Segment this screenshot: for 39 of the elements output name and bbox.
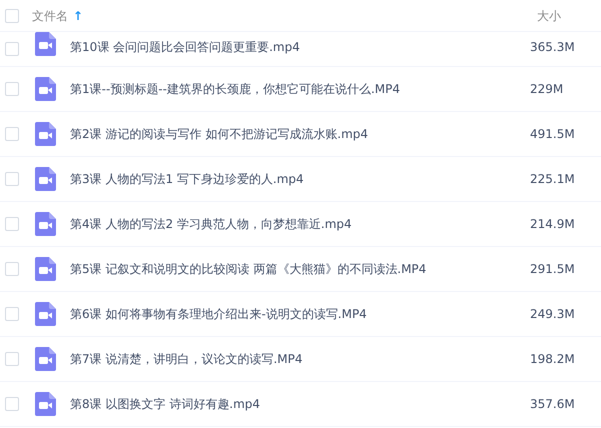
file-name[interactable]: 第2课 游记的阅读与写作 如何不把游记写成流水账.mp4 bbox=[70, 125, 530, 143]
file-size: 357.6M bbox=[530, 396, 576, 413]
checkbox[interactable] bbox=[5, 8, 19, 22]
file-size: 249.3M bbox=[530, 306, 576, 323]
file-name[interactable]: 第7课 说清楚，讲明白，议论文的读写.MP4 bbox=[70, 350, 530, 368]
checkbox[interactable] bbox=[5, 307, 19, 321]
video-file-icon bbox=[35, 77, 56, 101]
file-size: 491.5M bbox=[530, 126, 576, 143]
video-file-icon bbox=[35, 212, 56, 236]
checkbox[interactable] bbox=[5, 42, 19, 56]
file-size: 365.3M bbox=[530, 39, 576, 56]
video-file-icon bbox=[35, 302, 56, 326]
checkbox[interactable] bbox=[5, 82, 19, 96]
checkbox[interactable] bbox=[5, 217, 19, 231]
file-name[interactable]: 第5课 记叙文和说明文的比较阅读 两篇《大熊猫》的不同读法.MP4 bbox=[70, 260, 530, 278]
file-size: 214.9M bbox=[530, 216, 576, 233]
video-file-icon bbox=[35, 347, 56, 371]
checkbox[interactable] bbox=[5, 127, 19, 141]
checkbox[interactable] bbox=[5, 172, 19, 186]
video-file-icon bbox=[35, 257, 56, 281]
file-size: 198.2M bbox=[530, 351, 576, 368]
column-header[interactable]: 文件名 bbox=[32, 6, 68, 24]
checkbox[interactable] bbox=[5, 262, 19, 276]
video-file-icon bbox=[35, 122, 56, 146]
file-name[interactable]: 第8课 以图换文字 诗词好有趣.mp4 bbox=[70, 395, 530, 413]
file-name[interactable]: 第1课--预测标题--建筑界的长颈鹿，你想它可能在说什么.MP4 bbox=[70, 80, 530, 98]
file-name[interactable]: 第4课 人物的写法2 学习典范人物，向梦想靠近.mp4 bbox=[70, 215, 530, 233]
file-size: 291.5M bbox=[530, 261, 576, 278]
file-name[interactable]: 第3课 人物的写法1 写下身边珍爱的人.mp4 bbox=[70, 170, 530, 188]
checkbox[interactable] bbox=[5, 397, 19, 411]
column-header[interactable]: 大小 bbox=[537, 6, 601, 24]
file-size: 225.1M bbox=[530, 171, 576, 188]
file-name[interactable]: 第6课 如何将事物有条理地介绍出来-说明文的读写.MP4 bbox=[70, 305, 530, 323]
file-size: 229M bbox=[530, 81, 564, 98]
file-name[interactable]: 第10课 会问问题比会回答问题更重要.mp4 bbox=[70, 38, 530, 56]
video-file-icon bbox=[35, 392, 56, 416]
video-file-icon bbox=[35, 167, 56, 191]
checkbox[interactable] bbox=[5, 352, 19, 366]
video-file-icon bbox=[35, 32, 56, 56]
